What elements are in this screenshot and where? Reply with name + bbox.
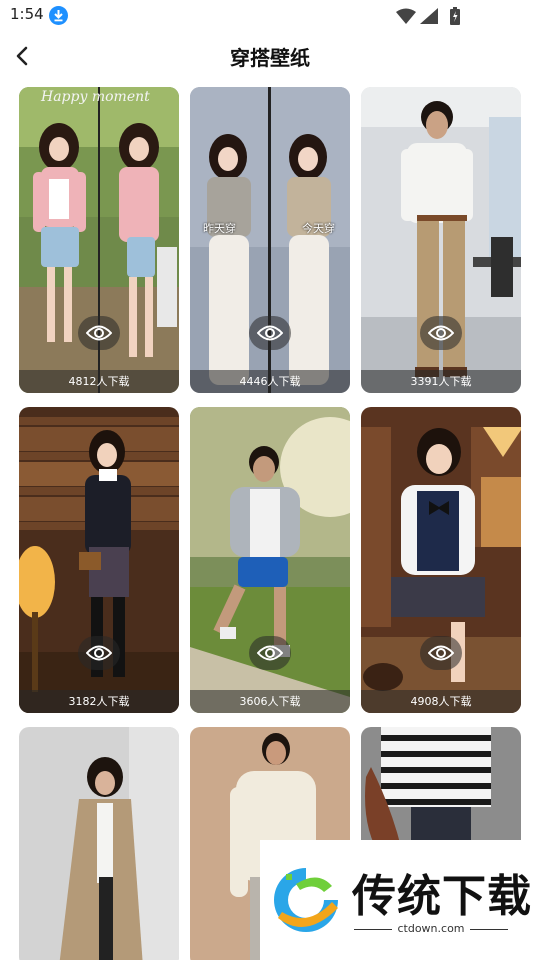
download-notification-icon <box>49 6 68 25</box>
eye-icon <box>257 645 283 661</box>
watermark-title: 传统下载 <box>352 871 532 922</box>
overlay-script-text: Happy moment <box>41 89 150 105</box>
watermark-logo-icon <box>274 868 338 932</box>
app-header: 穿搭壁纸 <box>0 32 540 80</box>
download-count: 4812人下载 <box>19 370 179 393</box>
wallpaper-card[interactable]: 昨天穿 今天穿 4446人下载 <box>190 87 350 393</box>
preview-button[interactable] <box>420 636 462 670</box>
wallpaper-card[interactable]: 4908人下载 <box>361 407 521 713</box>
wallpaper-card[interactable]: 3182人下载 <box>19 407 179 713</box>
status-bar: 1:54 <box>0 0 540 32</box>
status-time: 1:54 <box>10 5 44 23</box>
battery-icon <box>450 7 460 25</box>
eye-icon <box>428 325 454 341</box>
wallpaper-card[interactable]: 3391人下载 <box>361 87 521 393</box>
download-count: 4446人下载 <box>190 370 350 393</box>
wifi-icon <box>396 8 416 24</box>
wallpaper-card[interactable] <box>19 727 179 960</box>
wallpaper-card[interactable]: Happy moment 4812人下载 <box>19 87 179 393</box>
watermark-url: ctdown.com <box>354 922 508 935</box>
download-count: 3391人下载 <box>361 370 521 393</box>
download-count: 4908人下载 <box>361 690 521 713</box>
preview-button[interactable] <box>249 316 291 350</box>
eye-icon <box>86 325 112 341</box>
download-count: 3606人下载 <box>190 690 350 713</box>
eye-icon <box>257 325 283 341</box>
page-title: 穿搭壁纸 <box>230 46 310 70</box>
preview-button[interactable] <box>78 636 120 670</box>
wallpaper-image <box>19 727 179 960</box>
preview-button[interactable] <box>78 316 120 350</box>
eye-icon <box>428 645 454 661</box>
eye-icon <box>86 645 112 661</box>
preview-button[interactable] <box>249 636 291 670</box>
watermark-banner: 传统下载 ctdown.com <box>260 840 540 960</box>
status-icons <box>396 6 506 26</box>
signal-icon <box>420 8 438 24</box>
wallpaper-card[interactable]: 3606人下载 <box>190 407 350 713</box>
download-count: 3182人下载 <box>19 690 179 713</box>
preview-button[interactable] <box>420 316 462 350</box>
caption-left: 昨天穿 <box>203 222 236 235</box>
caption-right: 今天穿 <box>302 222 335 235</box>
